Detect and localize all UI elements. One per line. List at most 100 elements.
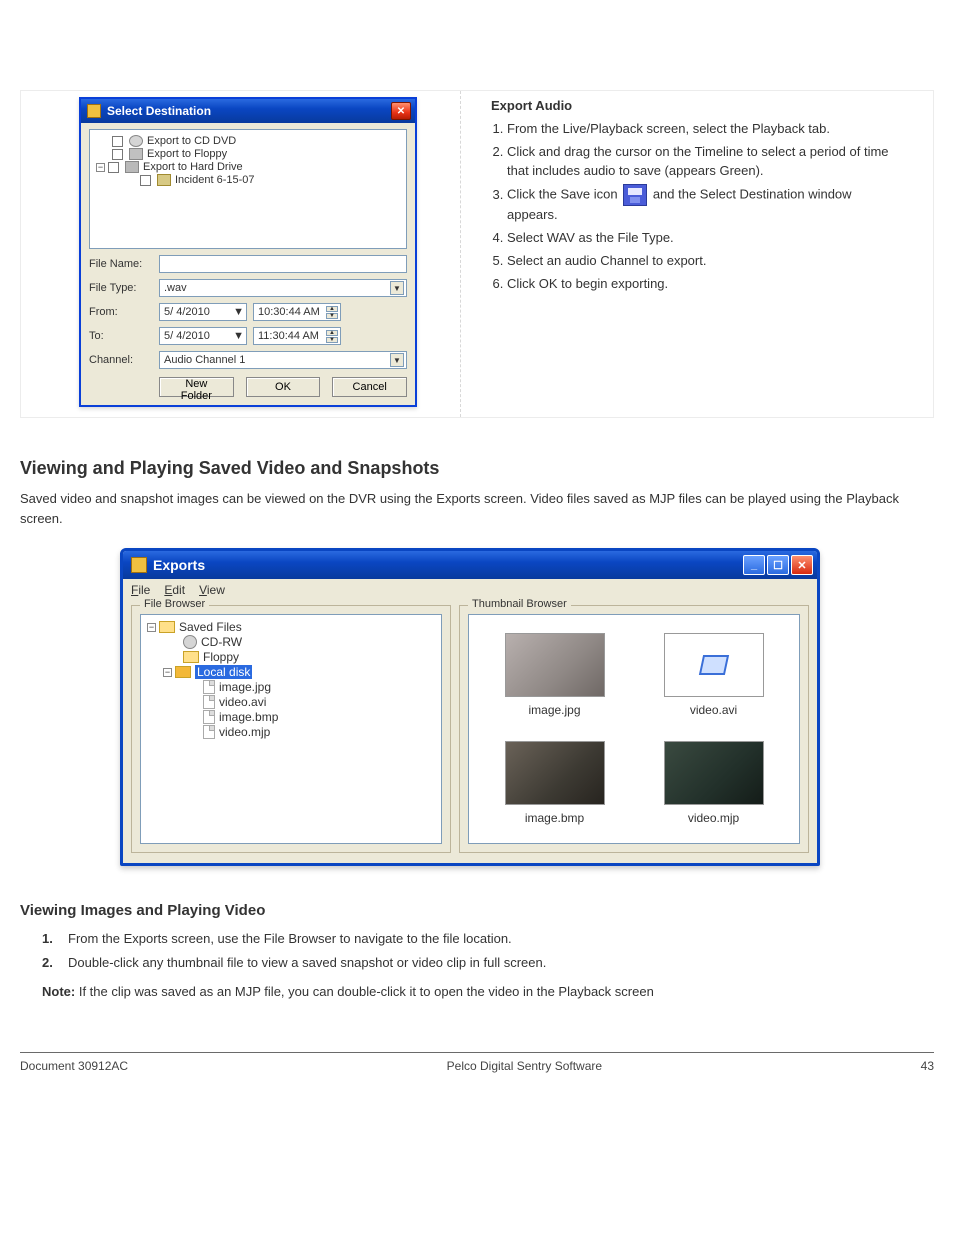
exports-window: Exports _ ☐ ✕ File Edit View File Browse…	[120, 548, 820, 866]
folder-icon	[159, 621, 175, 633]
checkbox[interactable]	[112, 136, 123, 147]
to-time-value: 11:30:44 AM	[258, 330, 319, 342]
section-heading-viewing-saved: Viewing and Playing Saved Video and Snap…	[20, 458, 934, 479]
dialog-icon	[87, 104, 101, 118]
thumbnail-browser-group: Thumbnail Browser image.jpg video.avi	[459, 605, 809, 853]
menu-view[interactable]: View	[199, 583, 225, 597]
instructions-cell: Export Audio From the Live/Playback scre…	[461, 91, 933, 417]
tree-cdrw[interactable]: CD-RW	[201, 635, 242, 649]
section-intro: Saved video and snapshot images can be v…	[20, 489, 934, 528]
close-icon[interactable]: ✕	[391, 102, 411, 120]
minimize-icon[interactable]: _	[743, 555, 765, 575]
file-icon	[203, 695, 215, 709]
tree-item-floppy[interactable]: Export to Floppy	[147, 148, 227, 160]
spinner-down-icon[interactable]: ▼	[326, 337, 338, 343]
viewing-steps: 1.From the Exports screen, use the File …	[42, 929, 934, 972]
label-channel: Channel:	[89, 354, 159, 366]
footer-left: Document 30912AC	[20, 1059, 128, 1073]
tree-expander[interactable]: −	[163, 668, 172, 677]
dialog-titlebar[interactable]: Select Destination ✕	[81, 99, 415, 123]
thumbnail-label: video.mjp	[688, 811, 739, 825]
instructions-header: Export Audio	[491, 97, 903, 116]
save-icon	[623, 184, 647, 206]
thumbnail-label: video.avi	[690, 703, 737, 717]
to-time-spinner[interactable]: 11:30:44 AM ▲▼	[253, 327, 341, 345]
exports-titlebar[interactable]: Exports _ ☐ ✕	[123, 551, 817, 579]
tree-root[interactable]: Saved Files	[179, 620, 242, 634]
folder-icon	[157, 174, 171, 186]
top-grid: Select Destination ✕ Export to CD DVD Ex…	[20, 90, 934, 418]
disc-icon	[129, 135, 143, 147]
label-filename: File Name:	[89, 258, 159, 270]
thumbnail-item[interactable]: image.jpg	[505, 633, 605, 717]
thumbnail-grid: image.jpg video.avi image.bmp video	[468, 614, 800, 844]
file-item[interactable]: image.bmp	[219, 710, 278, 724]
label-filetype: File Type:	[89, 282, 159, 294]
tree-expander[interactable]: −	[96, 163, 105, 172]
chevron-down-icon[interactable]: ▼	[390, 353, 404, 367]
view-step-2: Double-click any thumbnail file to view …	[68, 953, 546, 973]
menu-edit[interactable]: Edit	[164, 583, 185, 597]
checkbox[interactable]	[112, 149, 123, 160]
menu-file[interactable]: File	[131, 583, 150, 597]
filetype-value: .wav	[164, 282, 187, 294]
thumbnail-image	[664, 741, 764, 805]
from-time-spinner[interactable]: 10:30:44 AM ▲▼	[253, 303, 341, 321]
spinner-down-icon[interactable]: ▼	[326, 313, 338, 319]
channel-select[interactable]: Audio Channel 1 ▼	[159, 351, 407, 369]
file-item[interactable]: video.avi	[219, 695, 266, 709]
step-4: Select WAV as the File Type.	[507, 229, 903, 248]
dialog-title: Select Destination	[107, 104, 211, 118]
thumbnail-item[interactable]: video.mjp	[664, 741, 764, 825]
thumbnail-item[interactable]: video.avi	[664, 633, 764, 717]
file-icon	[203, 725, 215, 739]
folder-open-icon	[175, 666, 191, 678]
spinner-up-icon[interactable]: ▲	[326, 330, 338, 336]
from-date-picker[interactable]: 5/ 4/2010 ▼	[159, 303, 247, 321]
file-icon	[203, 680, 215, 694]
file-browser-group: File Browser −Saved Files CD-RW Floppy −…	[131, 605, 451, 853]
thumbnail-browser-legend: Thumbnail Browser	[468, 598, 571, 610]
checkbox[interactable]	[140, 175, 151, 186]
step-2: Click and drag the cursor on the Timelin…	[507, 143, 903, 181]
tree-item-hd[interactable]: Export to Hard Drive	[143, 161, 243, 173]
file-item[interactable]: video.mjp	[219, 725, 270, 739]
chevron-down-icon[interactable]: ▼	[233, 330, 244, 342]
tree-local-selected[interactable]: Local disk	[195, 665, 252, 679]
exports-icon	[131, 557, 147, 573]
spinner-up-icon[interactable]: ▲	[326, 306, 338, 312]
page-footer: Document 30912AC Pelco Digital Sentry So…	[20, 1052, 934, 1073]
new-folder-button[interactable]: New Folder	[159, 377, 234, 397]
file-browser-legend: File Browser	[140, 598, 209, 610]
file-browser-tree[interactable]: − Saved Files CD-RW Floppy − Local disk im…	[140, 614, 442, 844]
file-item[interactable]: image.jpg	[219, 680, 271, 694]
checkbox[interactable]	[108, 162, 119, 173]
floppy-icon	[129, 148, 143, 160]
tree-item-cd[interactable]: Export to CD DVD	[147, 135, 236, 147]
tree-expander[interactable]: −	[147, 623, 156, 632]
chevron-down-icon[interactable]: ▼	[233, 306, 244, 318]
filename-input[interactable]	[159, 255, 407, 273]
close-icon[interactable]: ✕	[791, 555, 813, 575]
video-icon	[698, 655, 728, 675]
harddrive-icon	[125, 161, 139, 173]
thumbnail-label: image.bmp	[525, 811, 584, 825]
to-date-value: 5/ 4/2010	[164, 330, 210, 342]
dialog-cell: Select Destination ✕ Export to CD DVD Ex…	[21, 91, 461, 417]
cancel-button[interactable]: Cancel	[332, 377, 407, 397]
filetype-select[interactable]: .wav ▼	[159, 279, 407, 297]
step-5: Select an audio Channel to export.	[507, 252, 903, 271]
disc-icon	[183, 635, 197, 649]
footer-right: 43	[921, 1059, 934, 1073]
note-text: If the clip was saved as an MJP file, yo…	[79, 984, 654, 999]
step-6: Click OK to begin exporting.	[507, 275, 903, 294]
folder-icon	[183, 651, 199, 663]
to-date-picker[interactable]: 5/ 4/2010 ▼	[159, 327, 247, 345]
tree-floppy[interactable]: Floppy	[203, 650, 239, 664]
maximize-icon[interactable]: ☐	[767, 555, 789, 575]
tree-item-incident[interactable]: Incident 6-15-07	[175, 174, 255, 186]
thumbnail-item[interactable]: image.bmp	[505, 741, 605, 825]
chevron-down-icon[interactable]: ▼	[390, 281, 404, 295]
destination-tree[interactable]: Export to CD DVD Export to Floppy − Expor…	[89, 129, 407, 249]
ok-button[interactable]: OK	[246, 377, 321, 397]
